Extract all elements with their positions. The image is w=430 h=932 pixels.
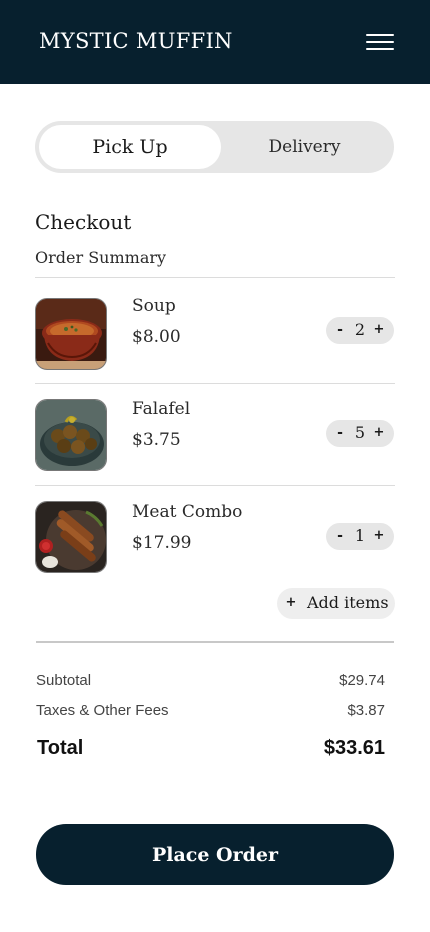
plus-icon: +	[285, 595, 297, 610]
item-price: $3.75	[132, 430, 181, 450]
brand-title: MYSTIC MUFFIN	[39, 29, 233, 53]
quantity-value: 1	[354, 526, 366, 545]
divider	[35, 485, 395, 486]
place-order-button[interactable]: Place Order	[36, 824, 394, 885]
item-price: $17.99	[132, 533, 192, 553]
taxes-value: $3.87	[347, 702, 385, 719]
checkout-title: Checkout	[35, 210, 132, 234]
meat-combo-image	[35, 501, 107, 573]
app-header: MYSTIC MUFFIN	[0, 0, 430, 84]
increase-button[interactable]: +	[371, 423, 387, 443]
add-items-button[interactable]: + Add items	[277, 588, 395, 619]
add-items-label: Add items	[307, 593, 389, 612]
order-type-toggle: Pick Up Delivery	[35, 121, 394, 173]
increase-button[interactable]: +	[371, 320, 387, 340]
order-summary-title: Order Summary	[35, 248, 167, 267]
divider	[35, 277, 395, 278]
soup-image	[35, 298, 107, 370]
pickup-option[interactable]: Pick Up	[39, 125, 221, 169]
delivery-option[interactable]: Delivery	[219, 125, 390, 169]
subtotal-value: $29.74	[339, 672, 385, 689]
hamburger-menu-icon[interactable]	[362, 30, 398, 54]
decrease-button[interactable]: -	[332, 526, 348, 546]
subtotal-label: Subtotal	[36, 672, 92, 689]
divider	[35, 383, 395, 384]
taxes-label: Taxes & Other Fees	[36, 702, 169, 719]
summary-divider	[36, 641, 394, 643]
falafel-image	[35, 399, 107, 471]
item-price: $8.00	[132, 327, 181, 347]
quantity-stepper: - 2 +	[326, 317, 394, 344]
quantity-value: 2	[354, 320, 366, 339]
quantity-value: 5	[354, 423, 366, 442]
quantity-stepper: - 1 +	[326, 523, 394, 550]
decrease-button[interactable]: -	[332, 423, 348, 443]
decrease-button[interactable]: -	[332, 320, 348, 340]
quantity-stepper: - 5 +	[326, 420, 394, 447]
item-name: Meat Combo	[132, 502, 243, 522]
increase-button[interactable]: +	[371, 526, 387, 546]
item-name: Falafel	[132, 399, 191, 419]
total-value: $33.61	[323, 737, 385, 759]
item-name: Soup	[132, 296, 176, 316]
total-label: Total	[37, 737, 84, 759]
